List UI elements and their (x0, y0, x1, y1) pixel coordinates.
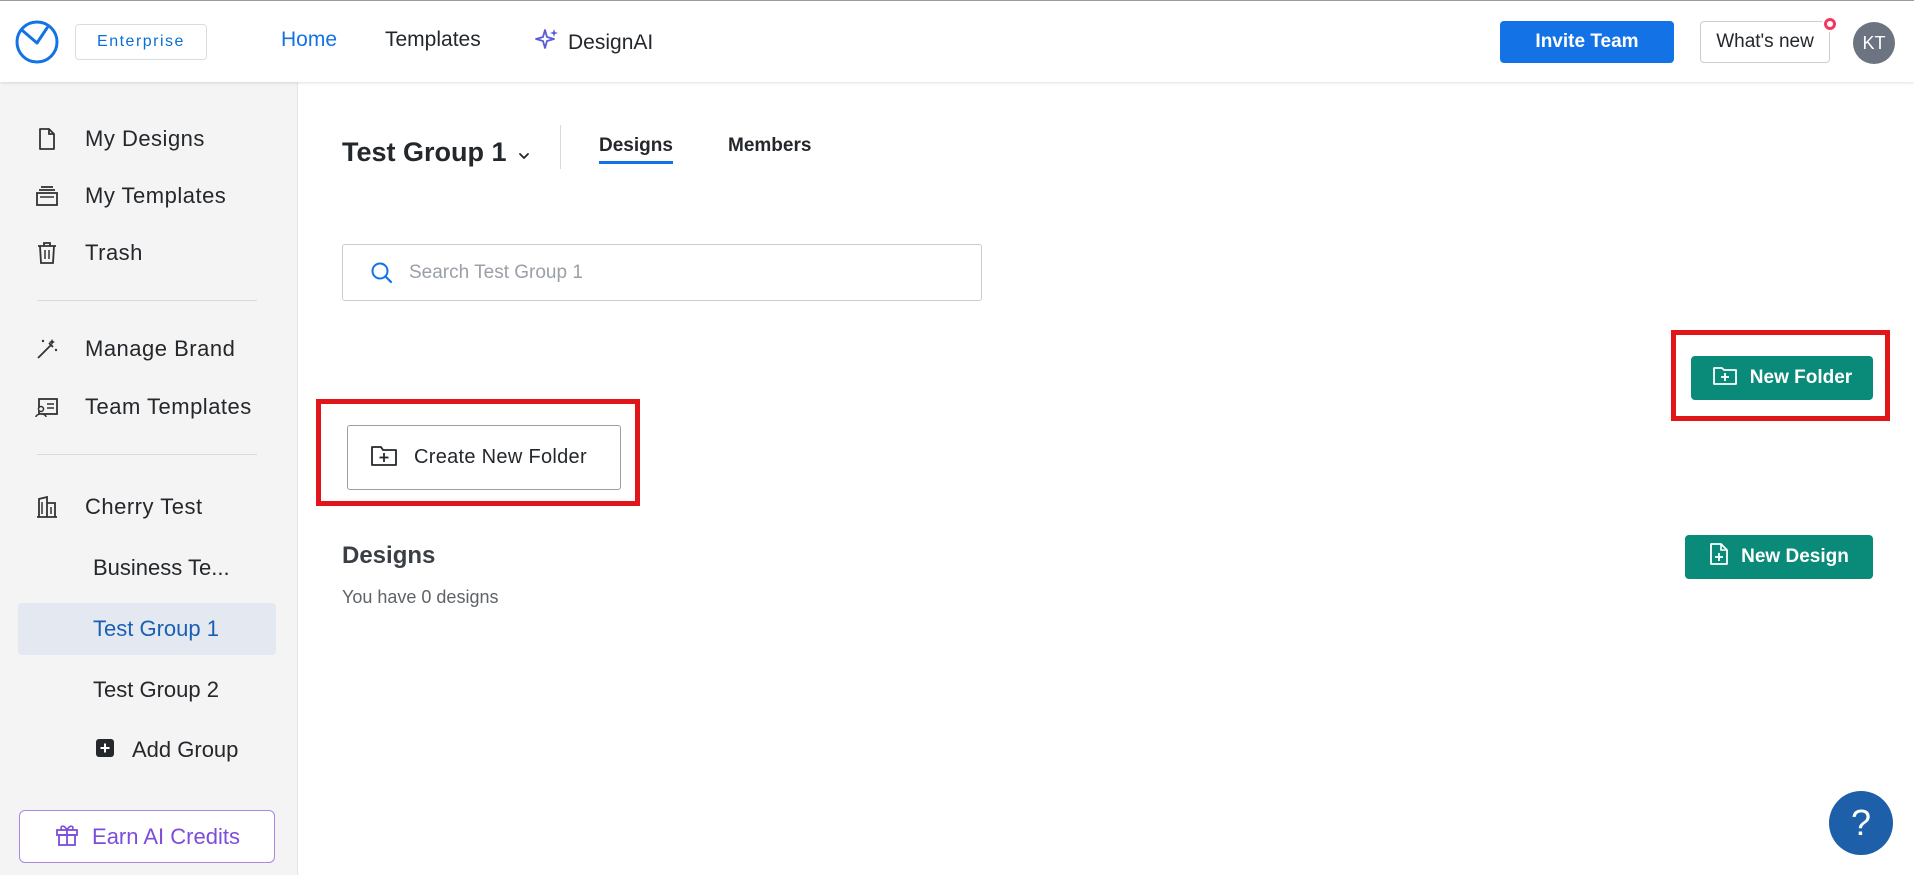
sidebar-item-manage-brand[interactable]: Manage Brand (0, 325, 298, 373)
earn-ai-credits-button[interactable]: Earn AI Credits (19, 810, 275, 863)
trash-icon (34, 240, 60, 266)
nav-designai[interactable]: DesignAI (534, 27, 653, 59)
plus-square-icon (96, 737, 114, 763)
search-icon (369, 260, 395, 291)
document-icon (34, 126, 60, 152)
search-box[interactable] (342, 244, 982, 301)
top-bar: Enterprise Home Templates DesignAI Invit… (0, 0, 1914, 82)
sidebar-item-label: Team Templates (85, 394, 252, 419)
enterprise-badge: Enterprise (75, 24, 207, 60)
main-content: Test Group 1 Designs Members New Folder … (298, 82, 1914, 875)
nav-home[interactable]: Home (281, 28, 337, 52)
chevron-down-icon (517, 137, 531, 168)
file-plus-icon (1709, 542, 1729, 572)
folder-plus-icon (370, 443, 398, 473)
create-new-folder-label: Create New Folder (414, 446, 587, 468)
new-folder-button[interactable]: New Folder (1691, 356, 1873, 400)
new-design-label: New Design (1741, 546, 1849, 567)
building-icon (34, 494, 60, 520)
page-title: Test Group 1 (342, 137, 507, 167)
nav-templates[interactable]: Templates (385, 28, 481, 52)
add-group-label: Add Group (132, 737, 239, 762)
magic-wand-icon (34, 336, 60, 362)
create-new-folder-button[interactable]: Create New Folder (347, 425, 621, 490)
designs-heading: Designs (342, 542, 436, 569)
sparkle-icon (534, 27, 560, 59)
team-templates-icon (34, 394, 60, 420)
title-separator (560, 125, 561, 169)
add-group-button[interactable]: Add Group (96, 735, 238, 765)
sidebar-item-label: Manage Brand (85, 336, 236, 361)
gift-icon (54, 821, 80, 853)
invite-team-button[interactable]: Invite Team (1500, 21, 1674, 63)
search-input[interactable] (409, 245, 969, 300)
folder-plus-icon (1712, 364, 1738, 392)
sidebar-item-label: My Designs (85, 126, 205, 151)
sidebar-item-label: Cherry Test (85, 494, 203, 519)
sidebar-item-trash[interactable]: Trash (0, 229, 298, 277)
new-design-button[interactable]: New Design (1685, 535, 1873, 579)
nav-designai-label: DesignAI (568, 31, 654, 54)
sidebar-group-business[interactable]: Business Te... (18, 542, 276, 594)
sidebar-divider (37, 454, 257, 455)
whats-new-button[interactable]: What's new (1700, 21, 1830, 63)
earn-ai-credits-label: Earn AI Credits (92, 823, 240, 849)
sidebar-item-team-templates[interactable]: Team Templates (0, 383, 298, 431)
sidebar-group-test-group-2[interactable]: Test Group 2 (18, 664, 276, 716)
tab-members[interactable]: Members (728, 135, 811, 161)
help-button[interactable]: ? (1829, 791, 1893, 855)
sidebar-item-label: Trash (85, 240, 143, 265)
sidebar-group-test-group-1[interactable]: Test Group 1 (18, 603, 276, 655)
sidebar-item-workspace[interactable]: Cherry Test (0, 483, 298, 531)
sidebar-item-label: My Templates (85, 183, 227, 208)
sidebar-divider (37, 300, 257, 301)
tab-designs[interactable]: Designs (599, 135, 673, 164)
sidebar-item-my-designs[interactable]: My Designs (0, 115, 298, 163)
app-logo-icon[interactable] (14, 19, 60, 65)
notification-dot-icon (1822, 16, 1838, 32)
sidebar-item-my-templates[interactable]: My Templates (0, 172, 298, 220)
sidebar: My Designs My Templates Trash Manage Bra… (0, 82, 298, 875)
designs-count-text: You have 0 designs (342, 587, 499, 607)
templates-stack-icon (34, 183, 60, 209)
avatar[interactable]: KT (1853, 22, 1895, 64)
group-title-dropdown[interactable]: Test Group 1 (342, 137, 531, 168)
new-folder-label: New Folder (1749, 367, 1853, 388)
